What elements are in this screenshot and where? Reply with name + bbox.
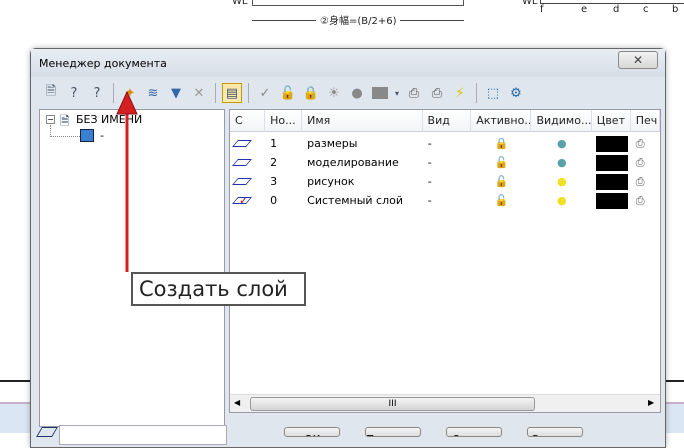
callout-label: Создать слой — [131, 272, 306, 306]
callout-arrow — [116, 90, 138, 272]
